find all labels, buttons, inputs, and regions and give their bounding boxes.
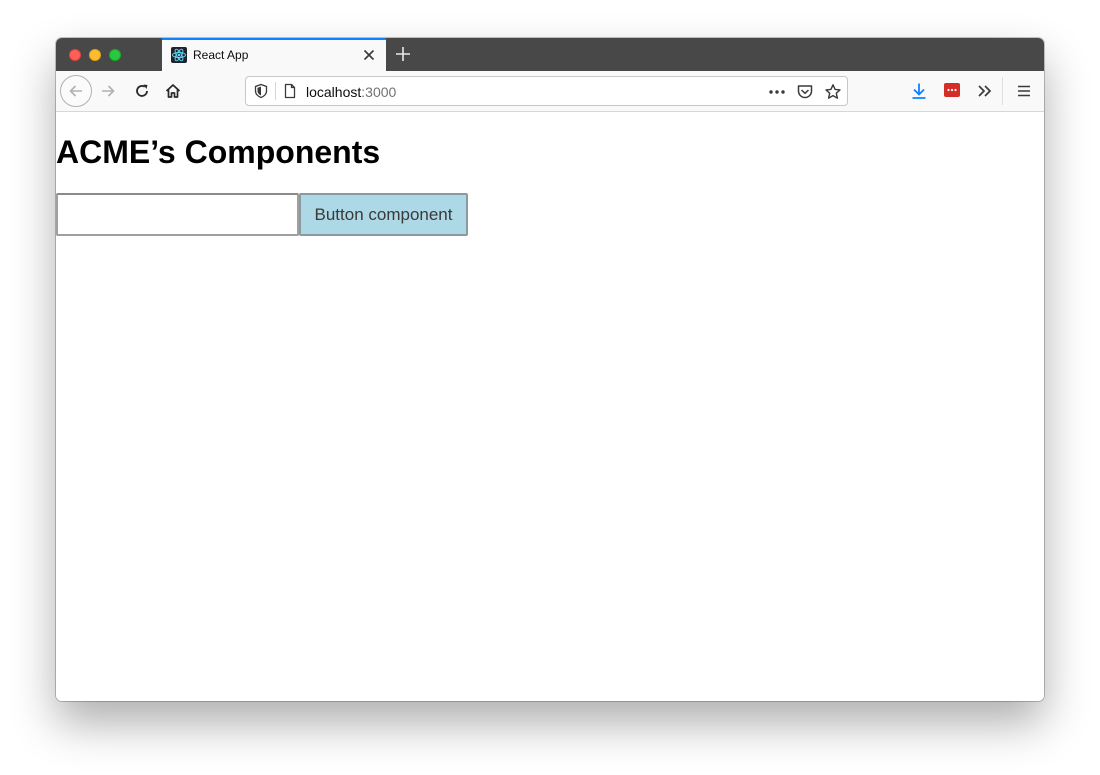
browser-window: React App localhost:3000 ACME’s Componen…	[56, 38, 1044, 701]
page-title: ACME’s Components	[56, 134, 381, 170]
pocket-icon[interactable]	[795, 82, 815, 102]
tab-title: React App	[193, 48, 249, 62]
minimize-window-button[interactable]	[89, 49, 101, 61]
address-bar-divider	[275, 82, 276, 100]
forward-arrow-icon[interactable]	[96, 79, 120, 103]
back-arrow-icon[interactable]	[60, 75, 92, 107]
text-input-field[interactable]	[56, 193, 299, 236]
tracking-protection-shield-icon[interactable]	[253, 83, 269, 99]
tab-react-app[interactable]: React App	[162, 38, 386, 71]
button-component[interactable]: Button component	[299, 193, 468, 236]
navigation-toolbar: localhost:3000	[56, 71, 1044, 112]
lastpass-icon[interactable]	[942, 80, 962, 100]
url-port: :3000	[361, 84, 397, 100]
reload-icon[interactable]	[130, 79, 154, 103]
chevron-overflow-icon[interactable]	[974, 80, 996, 102]
page-content: ACME’s Components Button component	[56, 113, 1044, 701]
bookmark-star-icon[interactable]	[823, 82, 843, 102]
page-info-icon[interactable]	[282, 83, 298, 99]
toolbar-divider	[1002, 77, 1003, 105]
page-actions-more-icon[interactable]	[767, 82, 787, 102]
download-icon[interactable]	[908, 80, 930, 102]
url-host: localhost	[306, 84, 362, 100]
address-bar[interactable]: localhost:3000	[245, 76, 848, 106]
hamburger-menu-icon[interactable]	[1013, 80, 1035, 102]
close-tab-icon[interactable]	[360, 46, 378, 64]
home-icon[interactable]	[161, 79, 185, 103]
close-window-button[interactable]	[69, 49, 81, 61]
url-text[interactable]: localhost:3000	[306, 84, 396, 100]
zoom-window-button[interactable]	[109, 49, 121, 61]
react-logo-icon	[171, 47, 187, 63]
new-tab-plus-icon[interactable]	[393, 44, 413, 64]
tab-strip: React App	[56, 38, 1044, 71]
